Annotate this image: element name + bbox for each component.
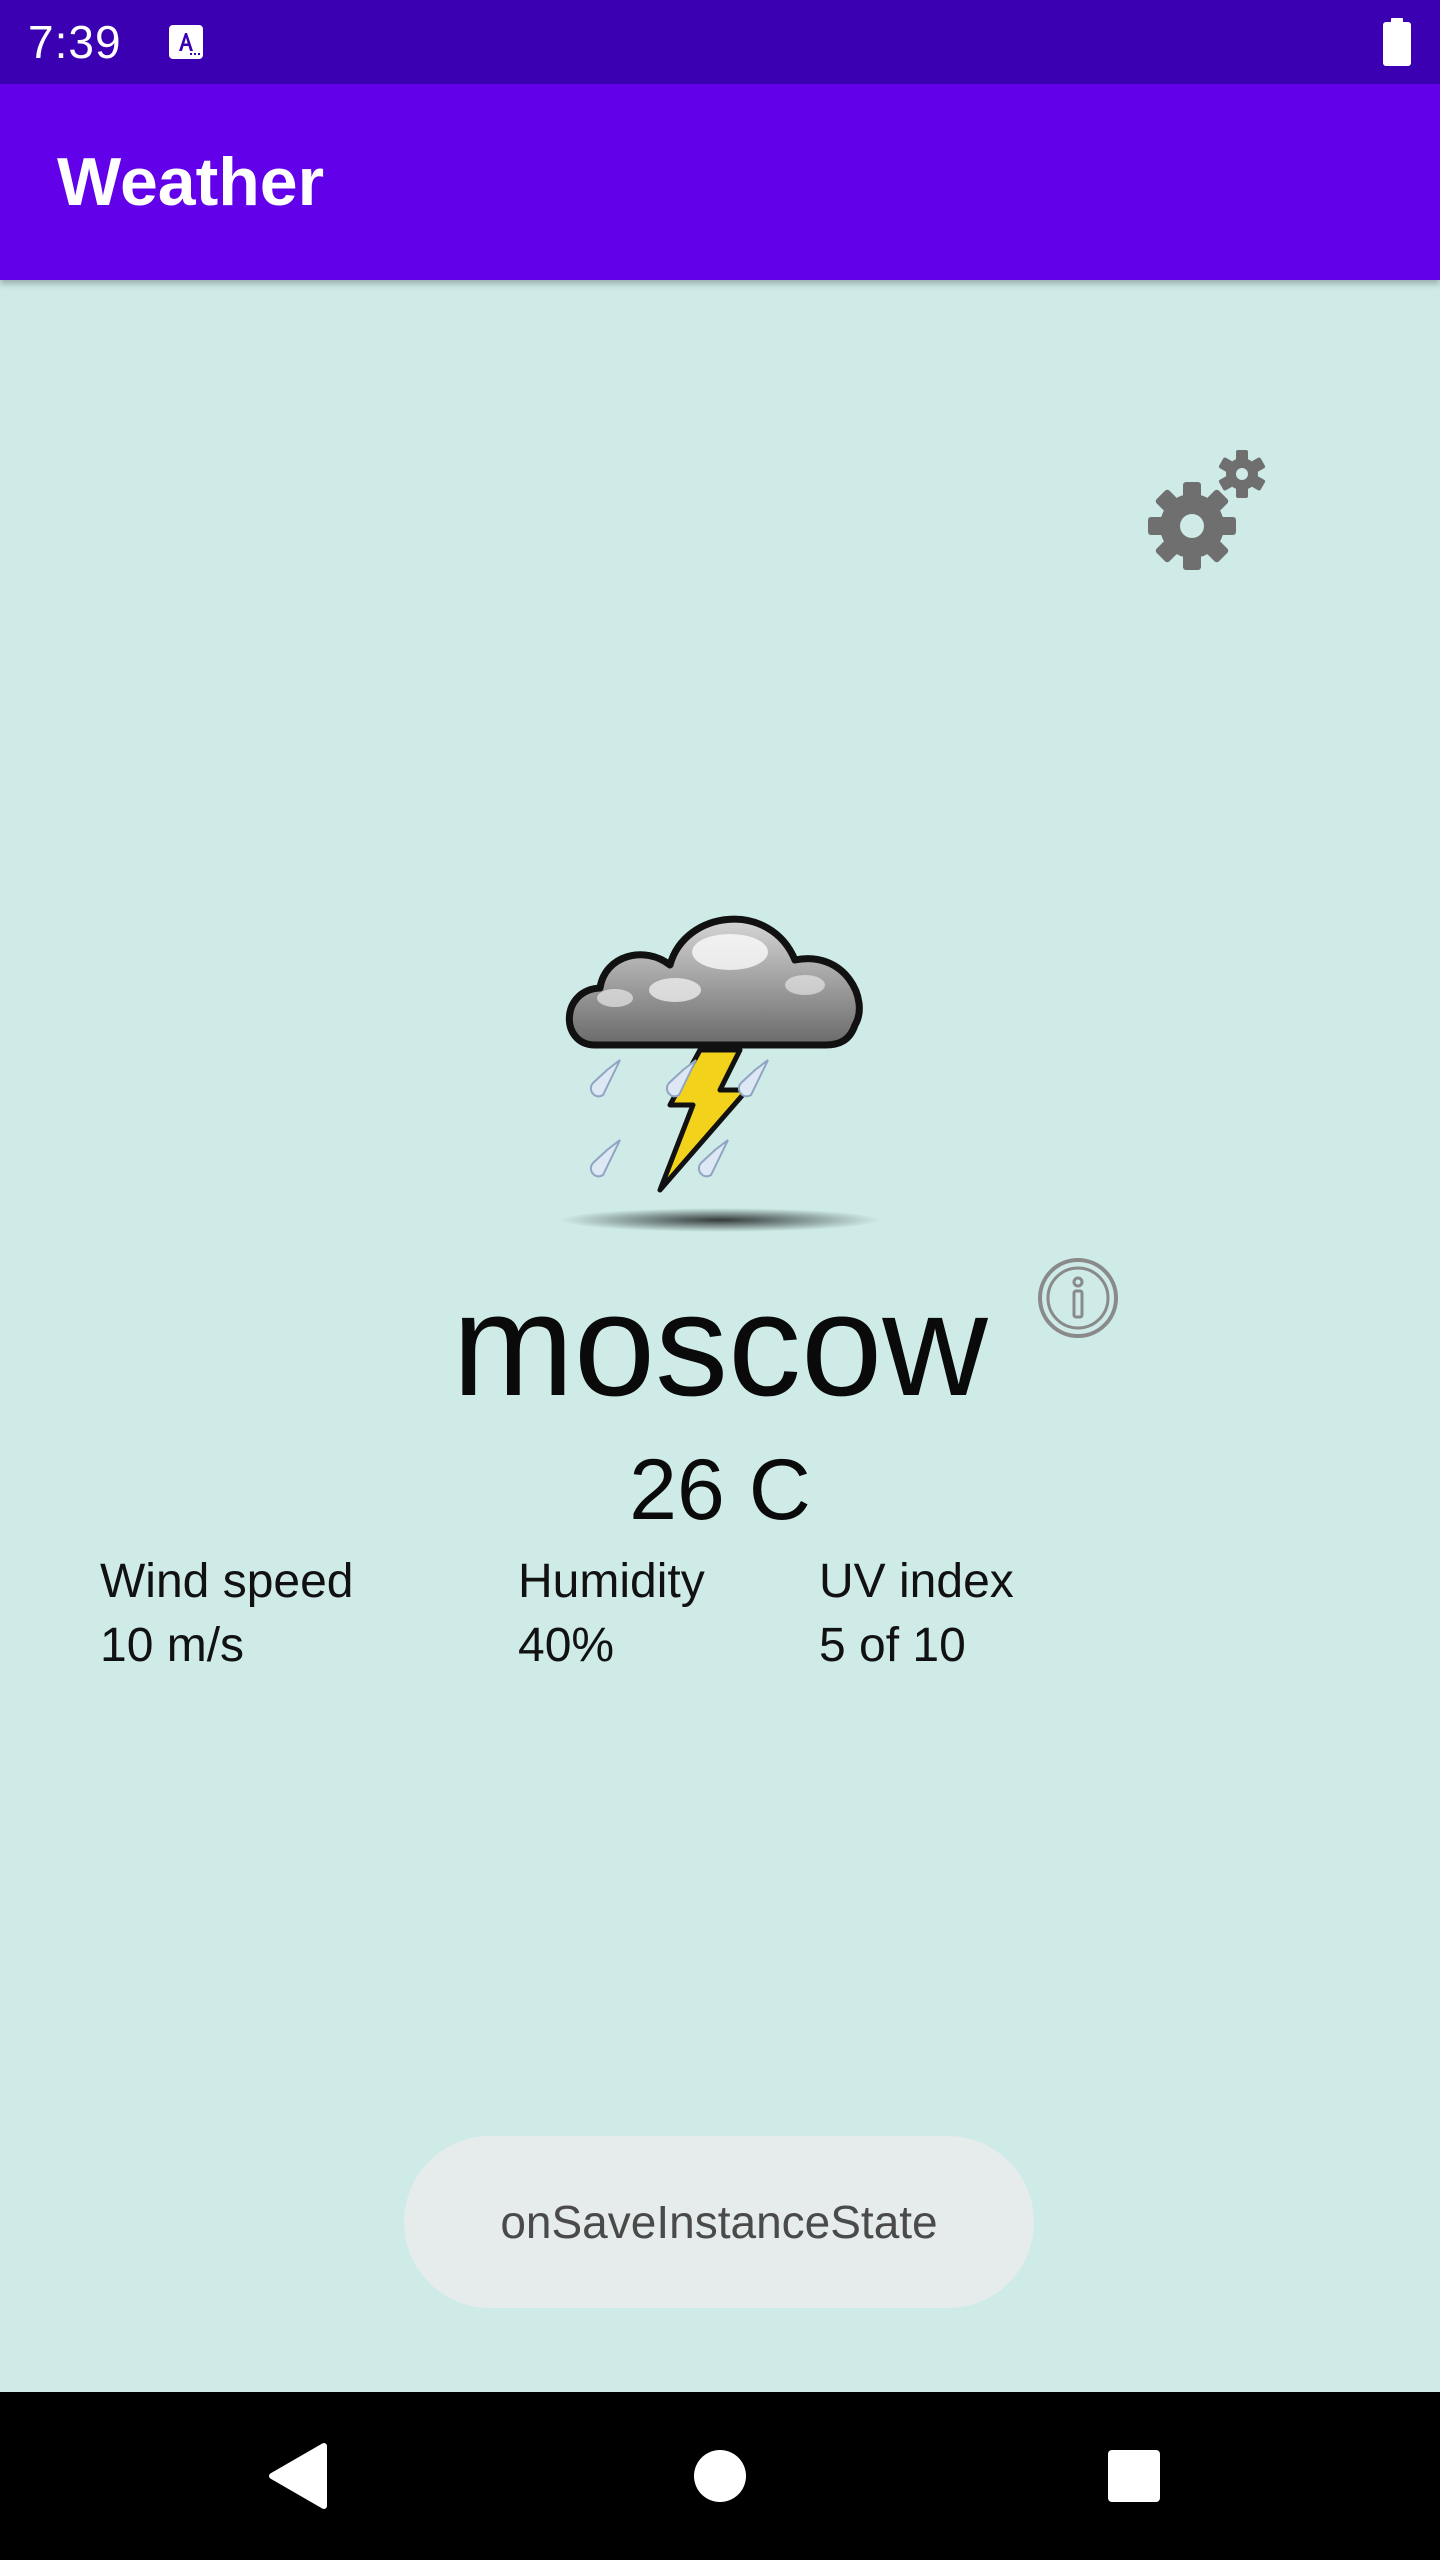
humidity-metric: Humidity 40%	[518, 1550, 705, 1678]
city-name: moscow	[452, 1263, 988, 1426]
text-a-notification-icon	[169, 25, 203, 59]
status-time: 7:39	[28, 16, 122, 68]
uv-index-label: UV index	[819, 1555, 1014, 1608]
app-bar: Weather	[0, 84, 1440, 280]
recents-square-icon[interactable]	[1054, 2392, 1214, 2560]
humidity-value: 40%	[518, 1619, 615, 1672]
info-icon[interactable]	[1036, 1256, 1120, 1340]
uv-index-value: 5 of 10	[819, 1619, 966, 1672]
wind-speed-label: Wind speed	[100, 1555, 354, 1608]
humidity-label: Humidity	[518, 1555, 705, 1608]
temperature: 26 C	[629, 1442, 811, 1538]
uv-index-metric: UV index 5 of 10	[819, 1550, 1014, 1678]
toast-message: onSaveInstanceState	[404, 2136, 1034, 2308]
app-title: Weather	[57, 144, 325, 220]
status-bar: 7:39	[0, 0, 1440, 84]
wind-speed-value: 10 m/s	[100, 1619, 245, 1672]
wind-speed-metric: Wind speed 10 m/s	[100, 1550, 353, 1678]
system-nav-bar	[0, 2392, 1440, 2560]
weather-screen: 7:39 Weather moscow 26 C Wind speed 10 m…	[0, 0, 1440, 2560]
back-triangle-icon[interactable]	[220, 2392, 380, 2560]
battery-full-icon	[1383, 18, 1411, 66]
thunderstorm-rain-icon	[560, 915, 880, 1232]
gears-icon[interactable]	[1144, 448, 1270, 574]
home-circle-icon[interactable]	[640, 2392, 800, 2560]
